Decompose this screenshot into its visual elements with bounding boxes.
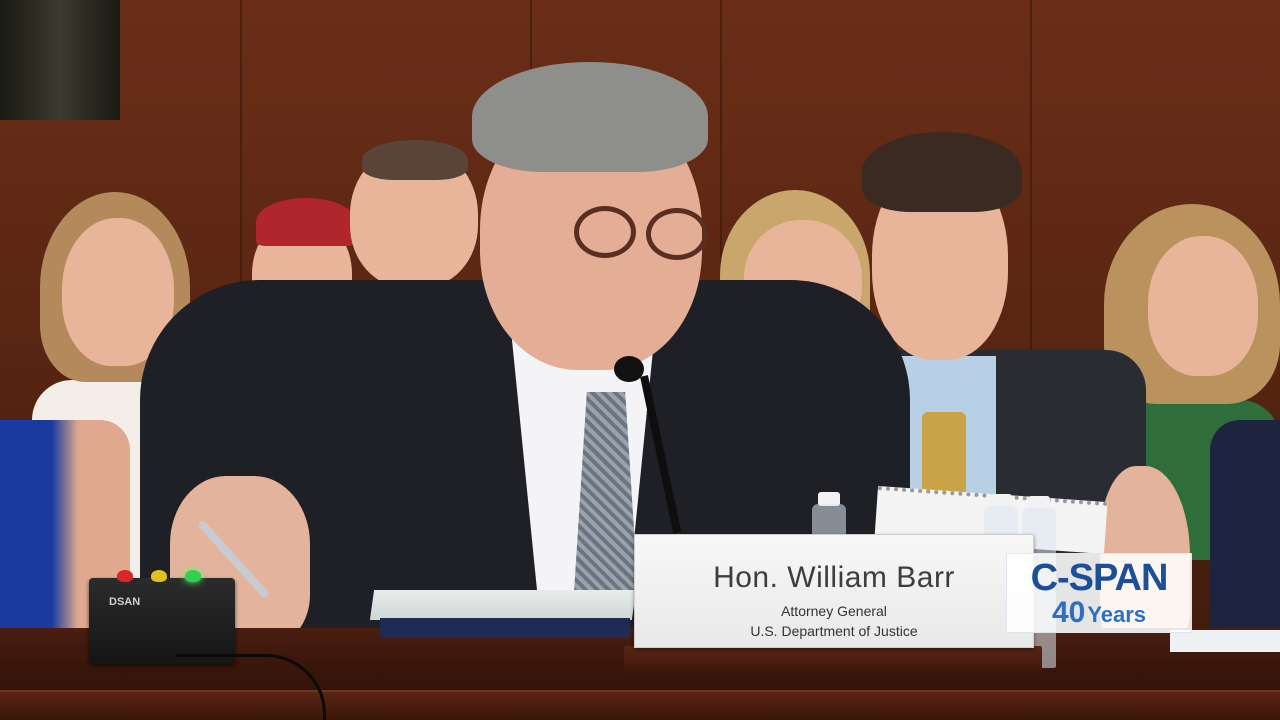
speaking-timer: DSAN (89, 570, 235, 664)
timer-light-yellow (151, 570, 167, 582)
cspan-wordmark: C-SPAN (1030, 557, 1169, 599)
nameplate-name: Hon. William Barr (713, 561, 955, 594)
papers-right (1170, 630, 1280, 652)
cspan-anniversary-word: Years (1087, 602, 1147, 627)
nameplate-department: U.S. Department of Justice (750, 623, 918, 639)
pillar (0, 0, 120, 120)
timer-light-green (185, 570, 201, 582)
document-stack (369, 590, 637, 620)
cspan-40-years-logo: C-SPAN 40Years (1006, 553, 1192, 633)
panel-line (1030, 0, 1032, 400)
cspan-anniversary-number: 40 (1051, 596, 1086, 629)
timer-brand: DSAN (109, 596, 141, 608)
video-frame: Hon. William Barr Attorney General U.S. … (0, 0, 1280, 720)
nameplate-base (624, 646, 1042, 674)
nameplate-title: Attorney General (781, 603, 887, 619)
binder (380, 618, 630, 638)
timer-light-red (117, 570, 133, 582)
audience-right-edge (1210, 420, 1280, 640)
nameplate: Hon. William Barr Attorney General U.S. … (634, 534, 1034, 648)
